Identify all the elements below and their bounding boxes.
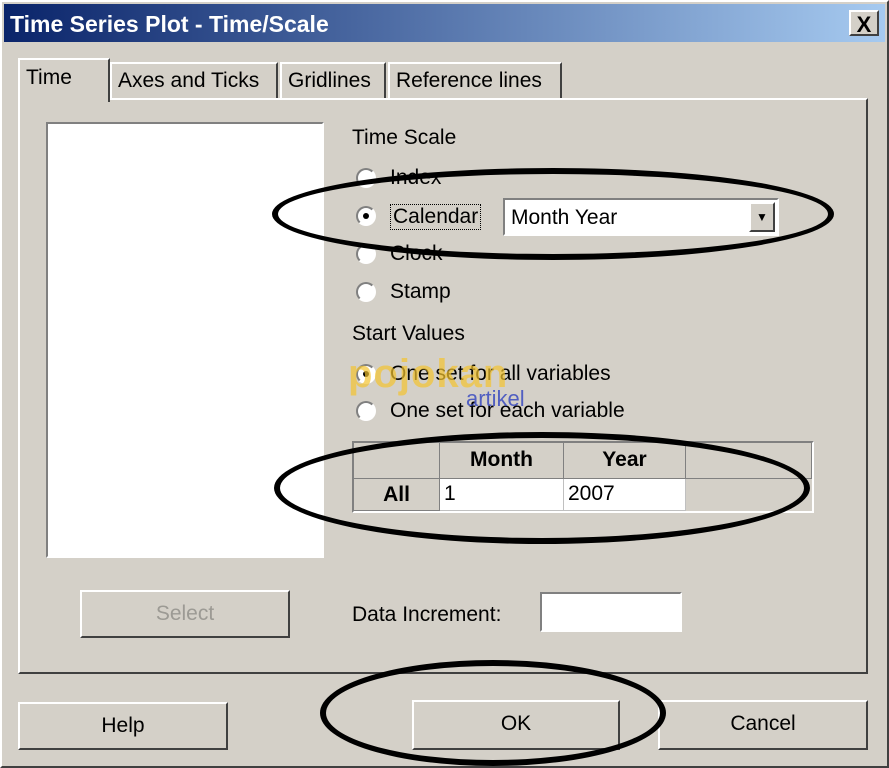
window-title: Time Series Plot - Time/Scale <box>10 11 329 37</box>
ok-button[interactable]: OK <box>412 700 620 750</box>
tab-time[interactable]: Time <box>18 58 110 102</box>
radio-calendar-button[interactable] <box>356 206 376 226</box>
radio-one-set-each-button[interactable] <box>356 401 376 421</box>
tab-gridlines[interactable]: Gridlines <box>280 62 386 98</box>
time-scale-heading: Time Scale <box>352 126 457 149</box>
start-values-grid: Month Year All 1 2007 <box>352 441 814 513</box>
radio-clock-button[interactable] <box>356 244 376 264</box>
variable-listbox[interactable] <box>46 122 324 558</box>
grid-header-month: Month <box>440 443 564 479</box>
radio-one-set-all-button[interactable] <box>356 364 376 384</box>
select-button: Select <box>80 590 290 638</box>
grid-empty-area <box>686 479 812 511</box>
title-bar[interactable]: Time Series Plot - Time/Scale X <box>4 4 885 42</box>
calendar-format-select[interactable]: Month Year ▼ <box>503 198 779 236</box>
start-values-heading: Start Values <box>352 322 465 345</box>
radio-one-set-all-label: One set for all variables <box>390 362 611 385</box>
radio-clock-label: Clock <box>390 242 443 265</box>
radio-stamp-label: Stamp <box>390 280 451 303</box>
data-increment-label: Data Increment: <box>352 603 502 626</box>
grid-cell-year[interactable]: 2007 <box>564 479 686 511</box>
chevron-down-icon[interactable]: ▼ <box>749 202 775 232</box>
radio-calendar-label: Calendar <box>390 204 482 230</box>
grid-cell-month[interactable]: 1 <box>440 479 564 511</box>
radio-one-set-each-label: One set for each variable <box>390 399 625 422</box>
grid-header-empty <box>686 443 812 479</box>
calendar-format-value: Month Year <box>511 206 618 229</box>
grid-header-year: Year <box>564 443 686 479</box>
radio-index-label: Index <box>390 166 442 189</box>
grid-corner <box>354 443 440 479</box>
radio-index-button[interactable] <box>356 168 376 188</box>
radio-stamp-button[interactable] <box>356 282 376 302</box>
close-icon[interactable]: X <box>849 10 879 37</box>
grid-row-header-all: All <box>354 479 440 511</box>
tab-reference-lines[interactable]: Reference lines <box>388 62 562 98</box>
data-increment-field[interactable] <box>540 592 682 632</box>
help-button[interactable]: Help <box>18 702 228 750</box>
cancel-button[interactable]: Cancel <box>658 700 868 750</box>
tab-axes-and-ticks[interactable]: Axes and Ticks <box>110 62 278 98</box>
